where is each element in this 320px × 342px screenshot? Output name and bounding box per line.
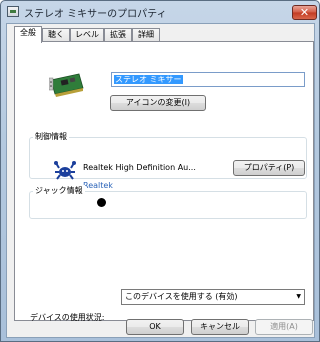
- device-usage-label: デバイスの使用状況:: [30, 313, 105, 322]
- apply-button[interactable]: 適用(A): [255, 319, 313, 335]
- realtek-crab-icon: [54, 161, 76, 180]
- device-name-field[interactable]: ステレオ ミキサー: [111, 72, 305, 87]
- ok-button[interactable]: OK: [126, 319, 184, 335]
- speaker-device-icon: [7, 6, 19, 17]
- jack-info-label: ジャック情報: [33, 185, 85, 196]
- general-tab-panel: ステレオ ミキサー アイコンの変更(I) 制御情報 Realtek High D…: [14, 41, 314, 322]
- properties-window: ステレオ ミキサーのプロパティ ✕ 全般 聴く レベル 拡張 詳細 ステレオ ミ…: [0, 0, 320, 342]
- jack-color-indicator: [97, 198, 106, 207]
- controller-name: Realtek High Definition Au...: [83, 163, 196, 172]
- window-title: ステレオ ミキサーのプロパティ: [24, 9, 167, 20]
- tab-advanced[interactable]: 詳細: [132, 28, 160, 42]
- sound-card-icon: [49, 73, 84, 97]
- tab-listen[interactable]: 聴く: [42, 28, 70, 42]
- tab-levels[interactable]: レベル: [70, 28, 104, 42]
- controller-vendor: Realtek: [83, 181, 113, 190]
- dialog-client-area: 全般 聴く レベル 拡張 詳細 ステレオ ミキサー アイコンの変更(I) 制御情…: [6, 23, 315, 338]
- controller-properties-button[interactable]: プロパティ(P): [233, 160, 305, 176]
- device-usage-value: このデバイスを使用する (有効): [125, 292, 238, 301]
- tab-general[interactable]: 全般: [14, 26, 42, 43]
- cancel-button[interactable]: キャンセル: [191, 319, 249, 335]
- controller-info-label: 制御情報: [33, 131, 69, 142]
- close-button[interactable]: ✕: [292, 5, 317, 20]
- change-icon-button[interactable]: アイコンの変更(I): [110, 95, 206, 111]
- device-usage-select[interactable]: このデバイスを使用する (有効) ▼: [121, 289, 305, 305]
- tab-enhancements[interactable]: 拡張: [104, 28, 132, 42]
- dropdown-arrow-icon[interactable]: ▼: [296, 290, 301, 304]
- device-name-value: ステレオ ミキサー: [114, 75, 183, 84]
- title-bar[interactable]: ステレオ ミキサーのプロパティ ✕: [1, 1, 319, 23]
